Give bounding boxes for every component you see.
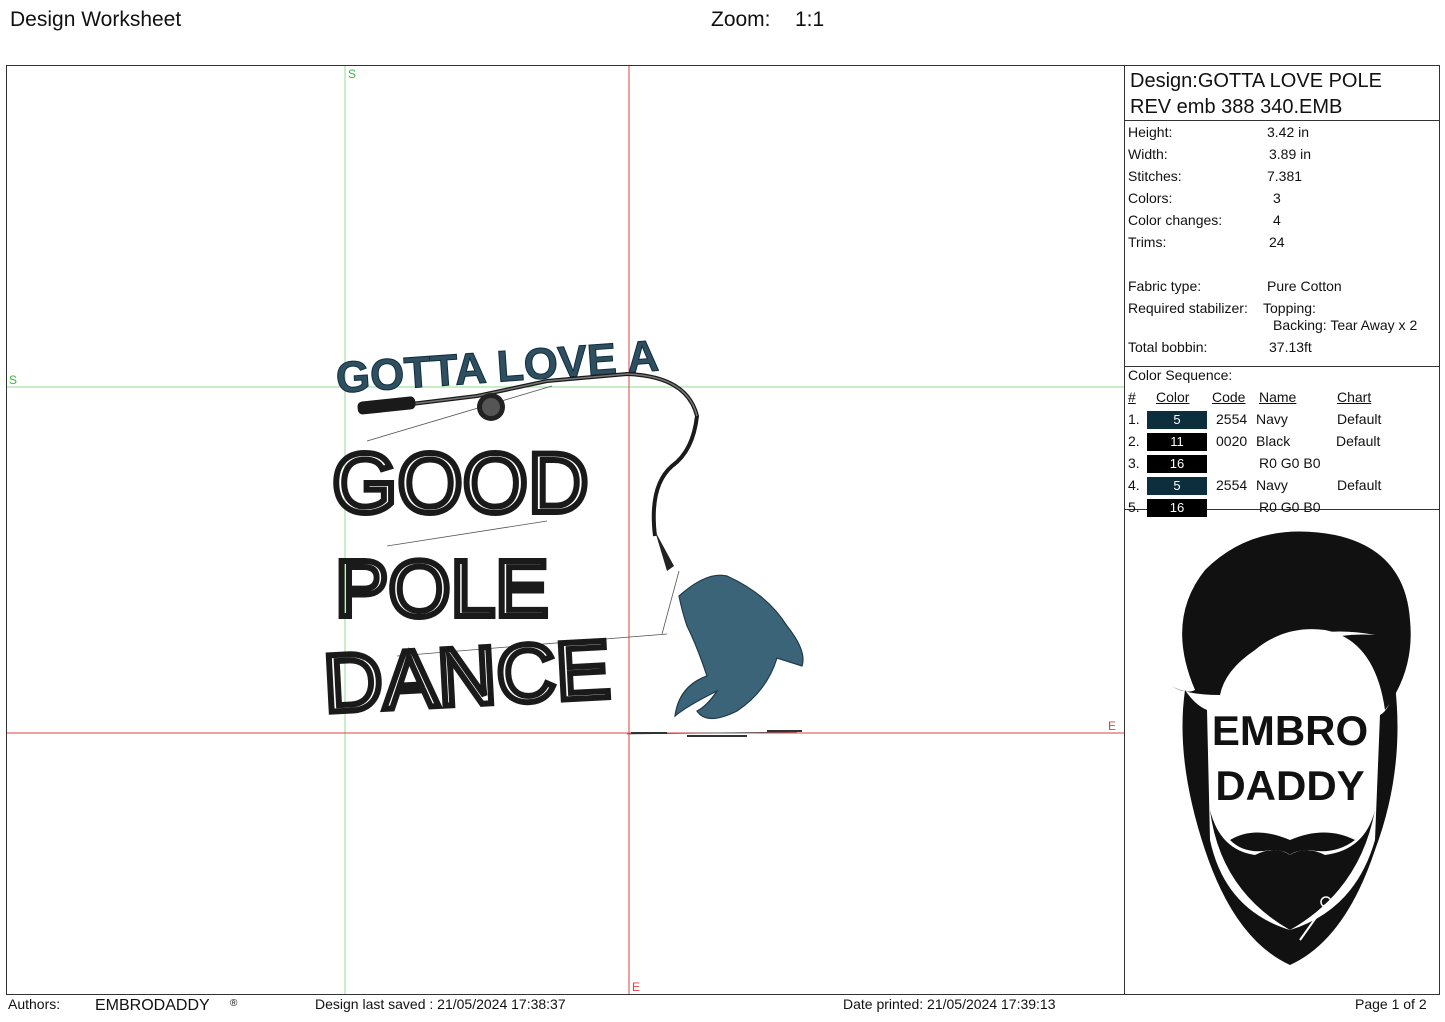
stat-trims-value: 24 (1269, 234, 1285, 250)
row-chart: Default (1336, 433, 1381, 449)
bobbin-label: Total bobbin: (1128, 339, 1208, 355)
stat-stitches-label: Stitches: (1128, 168, 1182, 184)
row-name: Navy (1256, 477, 1288, 493)
row-name: Navy (1256, 411, 1288, 427)
end-marker-right: E (1108, 719, 1116, 733)
stat-colors-label: Colors: (1128, 190, 1173, 206)
stat-width-label: Width: (1128, 146, 1168, 162)
zoom-label: Zoom: (711, 8, 771, 31)
stat-color-changes-value: 4 (1273, 212, 1281, 228)
row-num: 4. (1128, 477, 1140, 493)
last-saved: Design last saved : 21/05/2024 17:38:37 (315, 996, 566, 1012)
color-swatch: 16 (1147, 455, 1207, 473)
stat-width-value: 3.89 in (1269, 146, 1312, 162)
design-preview: S S E E GOTTA LOVE A GOOD POLE DANCE (7, 66, 1124, 994)
stat-color-changes-label: Color changes: (1128, 212, 1223, 228)
row-code: 0020 (1216, 433, 1248, 449)
authors-label: Authors: (8, 996, 61, 1012)
row-num: 2. (1128, 433, 1140, 449)
start-marker-top: S (348, 67, 356, 81)
end-marker-bottom: E (632, 980, 640, 994)
stabilizer-topping: Topping: (1263, 300, 1316, 316)
color-swatch: 5 (1147, 411, 1207, 429)
stat-colors-value: 3 (1273, 190, 1281, 206)
logo-text-daddy: DADDY (1215, 762, 1364, 809)
design-header: Design:GOTTA LOVE POLE REV emb 388 340.E… (1125, 66, 1439, 121)
fabric-type-value: Pure Cotton (1267, 278, 1342, 294)
header-num: # (1128, 389, 1136, 405)
color-row[interactable]: 3. 16 R0 G0 B0 (1125, 455, 1440, 477)
registered-mark: ® (230, 998, 238, 1009)
color-sequence-title: Color Sequence: (1128, 367, 1233, 383)
row-name: Black (1256, 433, 1291, 449)
worksheet-footer: Authors: EMBRODADDY ® Design last saved … (0, 995, 1445, 1022)
stat-height-value: 3.42 in (1267, 124, 1310, 140)
color-row[interactable]: 1. 5 2554 Navy Default (1125, 411, 1440, 433)
stabilizer-backing: Backing: Tear Away x 2 (1273, 317, 1418, 333)
worksheet-title: Design Worksheet (10, 8, 182, 31)
logo-text-embro: EMBRO (1212, 707, 1368, 754)
header-color: Color (1156, 389, 1190, 405)
row-code: 2554 (1216, 477, 1248, 493)
color-row[interactable]: 4. 5 2554 Navy Default (1125, 477, 1440, 499)
row-num: 1. (1128, 411, 1140, 427)
authors-value: EMBRODADDY (95, 997, 210, 1014)
bobbin-value: 37.13ft (1269, 339, 1312, 355)
color-sequence: Color Sequence: # Color Code Name Chart … (1125, 367, 1440, 517)
embrodaddy-logo: EMBRO DADDY (1125, 510, 1440, 994)
design-stats: Height: 3.42 in Width: 3.89 in Stitches:… (1125, 121, 1440, 367)
row-code: 2554 (1216, 411, 1248, 427)
bearded-man-logo-icon: EMBRO DADDY (1170, 531, 1411, 965)
stat-height-label: Height: (1128, 124, 1173, 140)
stat-stitches-value: 7.381 (1267, 168, 1303, 184)
design-line-good: GOOD (332, 436, 589, 530)
page-number: Page 1 of 2 (1355, 996, 1427, 1012)
design-line-pole: POLE (335, 544, 548, 633)
worksheet-frame: S S E E GOTTA LOVE A GOOD POLE DANCE Des… (6, 65, 1440, 995)
design-name: Design:GOTTA LOVE POLE (1130, 70, 1382, 92)
fabric-type-label: Fabric type: (1128, 278, 1202, 294)
design-canvas[interactable]: S S E E GOTTA LOVE A GOOD POLE DANCE (7, 66, 1124, 994)
date-printed: Date printed: 21/05/2024 17:39:13 (843, 996, 1056, 1012)
row-chart: Default (1337, 477, 1382, 493)
header-chart: Chart (1337, 389, 1372, 405)
stabilizer-label: Required stabilizer: (1128, 300, 1248, 316)
color-swatch: 11 (1147, 433, 1207, 451)
design-file-name: REV emb 388 340.EMB (1130, 96, 1343, 118)
row-chart: Default (1337, 411, 1382, 427)
fish-graphic (674, 574, 804, 720)
design-line-dance: DANCE (321, 624, 612, 730)
color-row[interactable]: 2. 11 0020 Black Default (1125, 433, 1440, 455)
start-marker-left: S (9, 373, 17, 387)
header-name: Name (1259, 389, 1297, 405)
row-num: 3. (1128, 455, 1140, 471)
row-name: R0 G0 B0 (1259, 455, 1321, 471)
stat-trims-label: Trims: (1128, 234, 1167, 250)
zoom-value[interactable]: 1:1 (795, 8, 824, 32)
header-code: Code (1212, 389, 1246, 405)
color-swatch: 5 (1147, 477, 1207, 495)
design-info-panel: Design:GOTTA LOVE POLE REV emb 388 340.E… (1124, 66, 1440, 994)
